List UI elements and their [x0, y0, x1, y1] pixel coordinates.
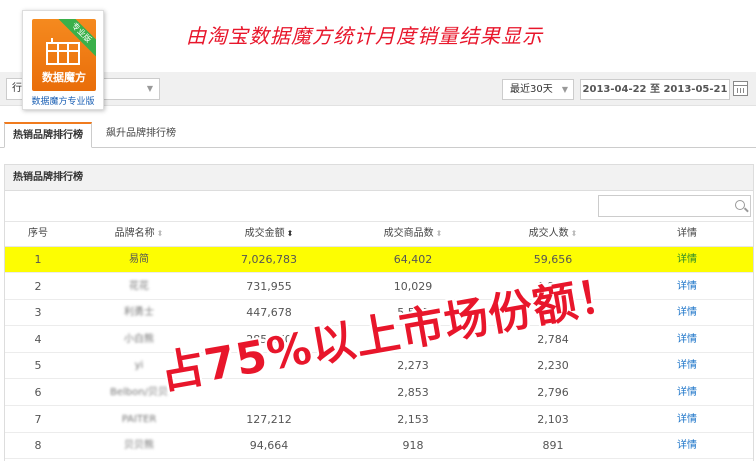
cell-brand: PAITER	[121, 413, 157, 425]
detail-link[interactable]: 详情	[639, 433, 735, 459]
headline: 由淘宝数据魔方统计月度销量结果显示	[186, 24, 543, 48]
cell-rank: 5	[34, 359, 42, 373]
cell-amount: 127,212	[246, 412, 292, 426]
cell-rank: 4	[34, 332, 42, 346]
cell-rank: 8	[34, 439, 42, 453]
filter-bar: 行 ▼ 最近30天 ▼ 2013-04-22 至 2013-05-21	[0, 72, 756, 106]
cell-amount: 7,026,783	[241, 253, 297, 266]
logo-card: 专业版 数据魔方 数据魔方专业版	[22, 10, 104, 110]
cell-items: 2,153	[397, 412, 429, 426]
detail-link[interactable]: 详情	[639, 353, 735, 379]
sort-icon: ⬍	[156, 229, 164, 238]
cell-rank: 1	[34, 253, 42, 266]
cell-brand: 利勇士	[124, 307, 154, 319]
search-icon[interactable]	[735, 200, 745, 210]
cell-rank: 3	[34, 306, 42, 320]
table-row: 7 PAITER 127,212 2,153 2,103 详情	[5, 407, 753, 433]
cell-rank: 6	[34, 386, 42, 399]
detail-link[interactable]: 详情	[639, 327, 735, 353]
table-row: 8 贝贝熊 94,664 918 891 详情	[5, 433, 753, 460]
logo-caption[interactable]: 数据魔方专业版	[23, 94, 103, 107]
cell-rank: 7	[34, 412, 42, 426]
column-header-detail: 详情	[677, 228, 697, 239]
logo-title: 数据魔方	[42, 71, 86, 84]
column-header-amount[interactable]: 成交金额 ⬍	[221, 222, 317, 246]
detail-link[interactable]: 详情	[639, 247, 735, 273]
calendar-icon[interactable]	[733, 81, 748, 96]
tab-hot-brands[interactable]: 热销品牌排行榜	[4, 122, 92, 148]
cell-brand: 易简	[129, 254, 149, 265]
page: 由淘宝数据魔方统计月度销量结果显示 专业版 数据魔方 数据魔方专业版 行 ▼ 最…	[0, 0, 756, 461]
cell-items: 918	[402, 439, 424, 453]
chevron-down-icon: ▼	[561, 85, 568, 94]
column-header-items[interactable]: 成交商品数 ⬍	[365, 222, 461, 246]
cell-items: 2,853	[397, 386, 429, 399]
detail-link[interactable]: 详情	[639, 380, 735, 406]
industry-select-value: 行	[12, 83, 22, 94]
range-select-value: 最近30天	[510, 84, 553, 95]
column-header-rank: 序号	[28, 228, 48, 239]
column-header-brand[interactable]: 品牌名称 ⬍	[91, 222, 187, 246]
search-input[interactable]	[598, 195, 751, 217]
sort-icon: ⬍	[435, 229, 443, 238]
cell-brand: 花花	[129, 280, 149, 292]
tab-rising-brands[interactable]: 飙升品牌排行榜	[98, 122, 184, 148]
table-header: 序号 品牌名称 ⬍ 成交金额 ⬍ 成交商品数 ⬍ 成交人数 ⬍ 详情	[5, 221, 753, 247]
range-select[interactable]: 最近30天 ▼	[502, 79, 574, 100]
chevron-down-icon: ▼	[146, 84, 153, 93]
cell-buyers: 2,796	[537, 386, 569, 399]
detail-link[interactable]: 详情	[639, 407, 735, 433]
cell-brand: 贝贝熊	[124, 440, 154, 452]
cell-buyers: 2,103	[537, 412, 569, 426]
tab-bar: 热销品牌排行榜 飙升品牌排行榜	[0, 122, 756, 148]
table-row: 6 Belbon/贝贝 2,853 2,796 详情	[5, 380, 753, 406]
table-row: 2 花花 731,955 10,029 9,237 详情	[5, 274, 753, 300]
cell-rank: 2	[34, 279, 42, 293]
panel-title: 热销品牌排行榜	[5, 165, 753, 191]
grid-icon	[46, 38, 80, 65]
cell-amount: 94,664	[249, 439, 289, 453]
detail-link[interactable]: 详情	[639, 274, 735, 300]
date-range-field[interactable]: 2013-04-22 至 2013-05-21	[580, 79, 730, 100]
logo-icon: 专业版 数据魔方	[32, 19, 96, 91]
table-row: 1 易简 7,026,783 64,402 59,656 详情	[5, 247, 753, 273]
cell-amount: 731,955	[246, 279, 292, 293]
cell-items: 64,402	[393, 253, 433, 266]
sort-icon: ⬍	[570, 229, 578, 238]
sort-desc-icon: ⬍	[286, 229, 294, 238]
column-header-buyers[interactable]: 成交人数 ⬍	[505, 222, 601, 246]
cell-buyers: 891	[542, 439, 564, 453]
cell-buyers: 2,230	[537, 359, 569, 373]
detail-link[interactable]: 详情	[639, 300, 735, 326]
